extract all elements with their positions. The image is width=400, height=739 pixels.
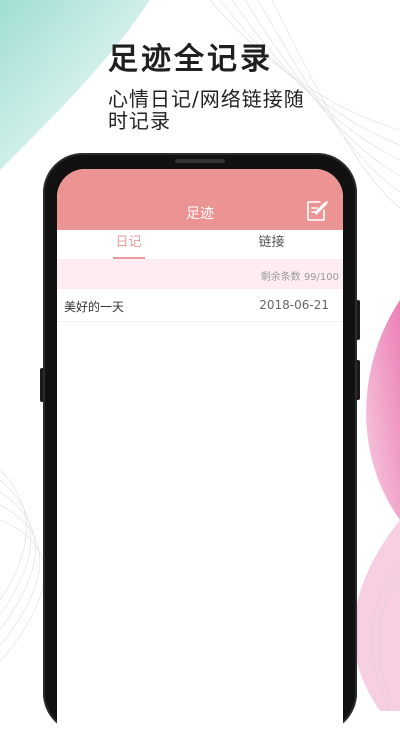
phone-speaker (175, 159, 225, 163)
tab-bar: 日记 链接 (57, 230, 343, 259)
app-screen: 足迹 日记 链接 剩余条数 99/100 美好的一天 2018-06-21 (57, 169, 343, 739)
diary-title: 美好的一天 (64, 300, 125, 314)
edit-note-icon (307, 201, 328, 221)
tab-links[interactable]: 链接 (200, 230, 343, 259)
diary-list: 美好的一天 2018-06-21 (57, 289, 343, 322)
phone-frame: 足迹 日记 链接 剩余条数 99/100 美好的一天 2018-06-21 (43, 153, 357, 739)
tab-diary[interactable]: 日记 (57, 230, 200, 259)
new-entry-button[interactable] (305, 199, 329, 223)
diary-date: 2018-06-21 (259, 298, 329, 312)
list-item[interactable]: 美好的一天 2018-06-21 (57, 289, 343, 322)
app-header: 足迹 (57, 169, 343, 230)
promo-subline: 心情日记/网络链接随时记录 (108, 87, 305, 133)
remaining-count-bar: 剩余条数 99/100 (57, 259, 343, 289)
remaining-count: 剩余条数 99/100 (260, 272, 339, 283)
promo-headline: 足迹全记录 (108, 42, 273, 77)
app-title: 足迹 (186, 206, 214, 222)
